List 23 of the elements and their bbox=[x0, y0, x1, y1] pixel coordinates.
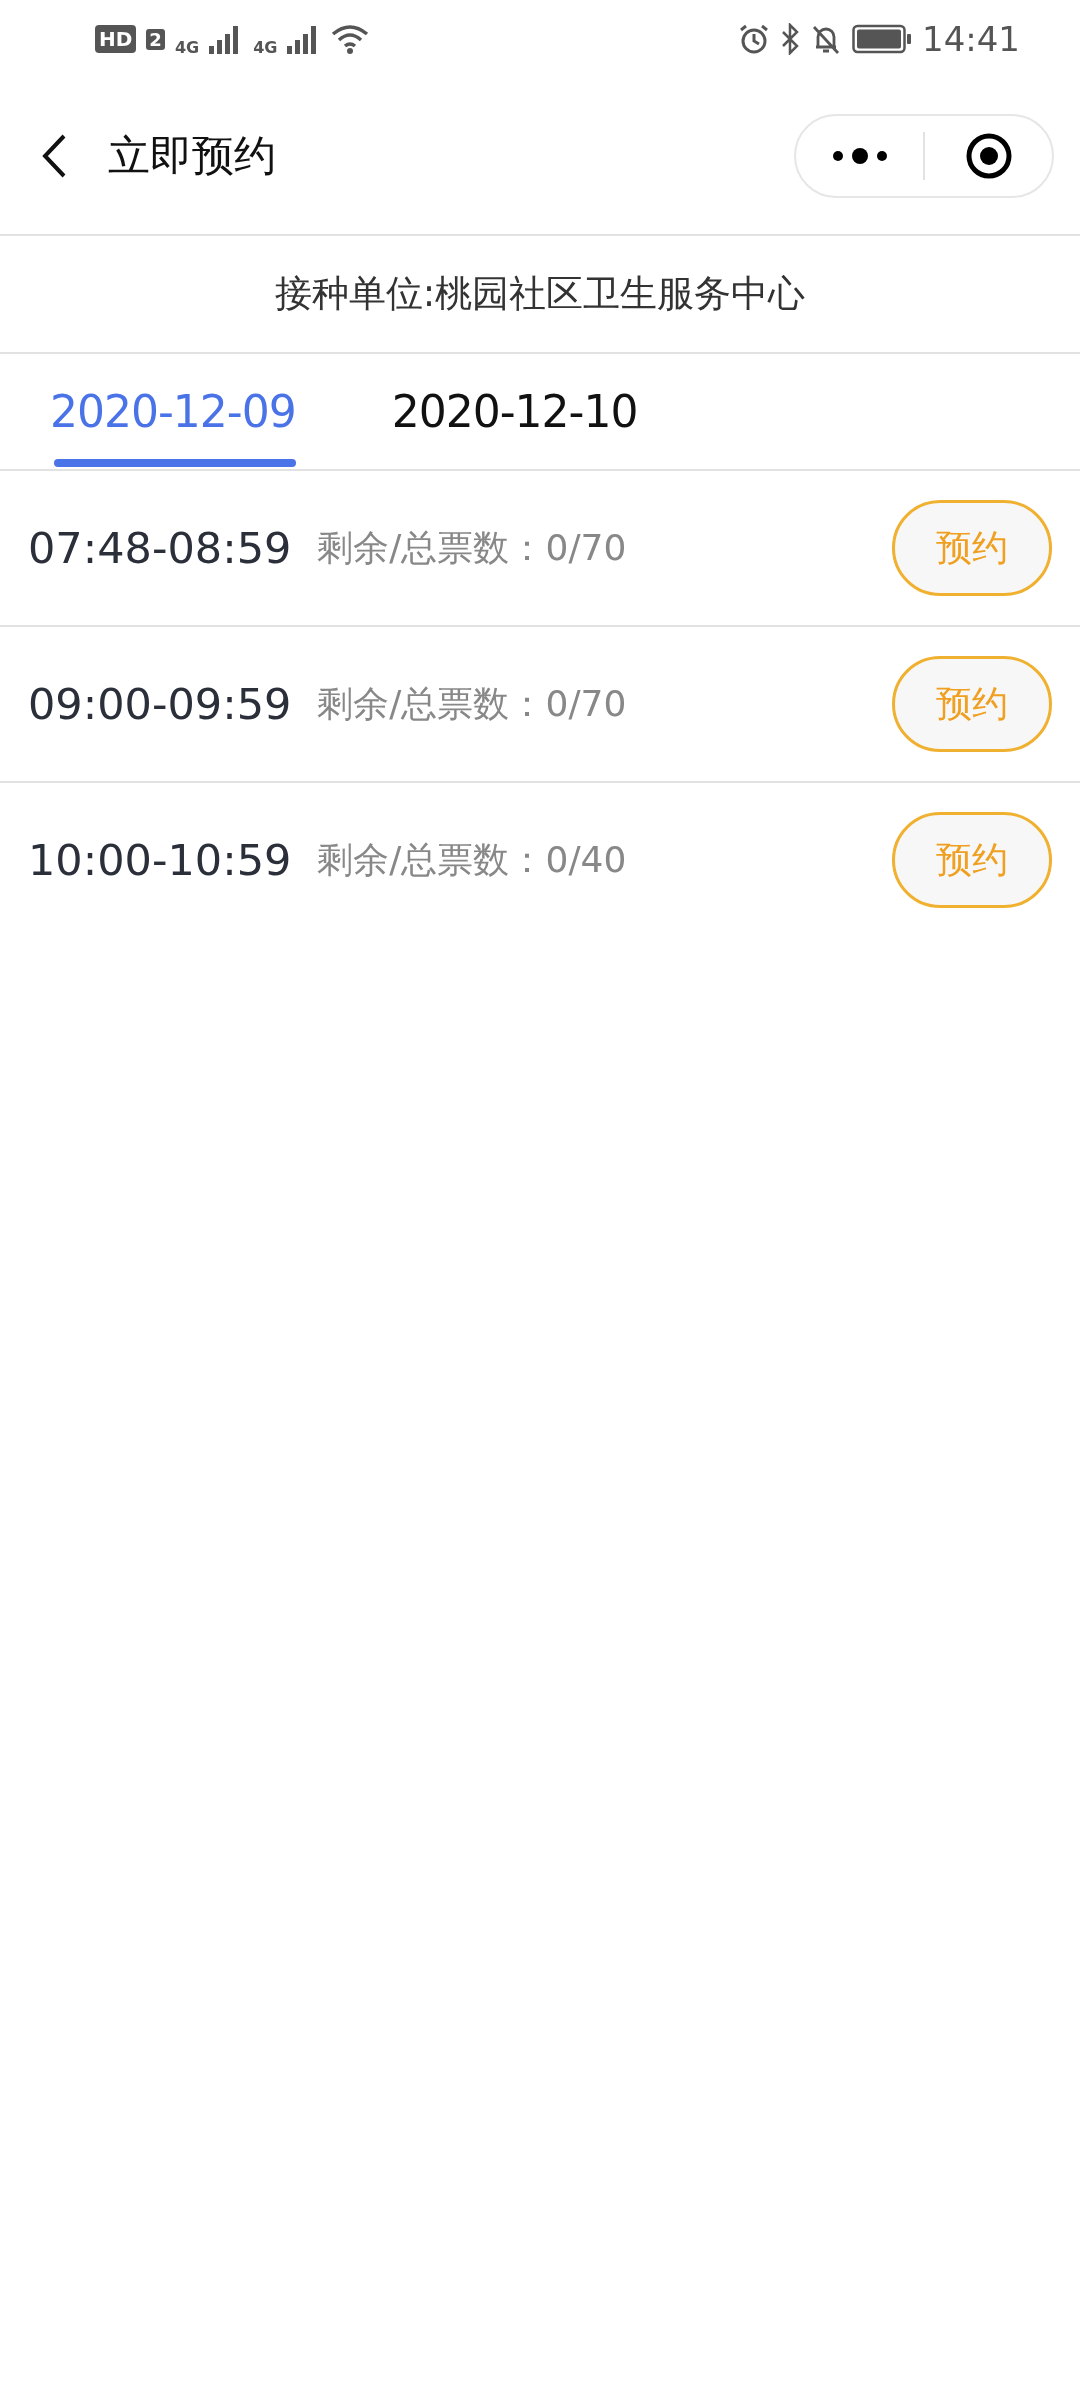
ticket-count: 剩余/总票数：0/70 bbox=[317, 681, 628, 726]
time-slot: 10:00-10:59 bbox=[28, 835, 292, 885]
reserve-button[interactable]: 预约 bbox=[892, 812, 1052, 908]
alarm-icon bbox=[738, 23, 770, 55]
sim-indicator: 2 bbox=[146, 28, 165, 50]
time-slot: 09:00-09:59 bbox=[28, 679, 292, 729]
wifi-icon bbox=[331, 24, 370, 54]
hd-indicator: HD bbox=[95, 25, 137, 53]
reserve-button[interactable]: 预约 bbox=[892, 656, 1052, 752]
vaccination-unit: 接种单位:桃园社区卫生服务中心 bbox=[274, 271, 806, 317]
bluetooth-icon bbox=[780, 23, 800, 55]
ticket-count: 剩余/总票数：0/70 bbox=[317, 525, 628, 570]
network-type: 4G bbox=[253, 37, 278, 57]
battery-icon bbox=[852, 24, 912, 54]
page-title: 立即预约 bbox=[108, 130, 277, 182]
reserve-button[interactable]: 预约 bbox=[892, 500, 1052, 596]
ticket-count: 剩余/总票数：0/40 bbox=[317, 837, 628, 882]
network-type: 4G bbox=[174, 37, 200, 57]
time-slot: 07:48-08:59 bbox=[28, 523, 292, 573]
date-tab[interactable]: 2020-12-10 bbox=[391, 354, 638, 469]
back-icon[interactable] bbox=[40, 133, 68, 179]
clock-time: 14:41 bbox=[922, 19, 1020, 59]
date-tab[interactable]: 2020-12-09 bbox=[50, 354, 296, 469]
